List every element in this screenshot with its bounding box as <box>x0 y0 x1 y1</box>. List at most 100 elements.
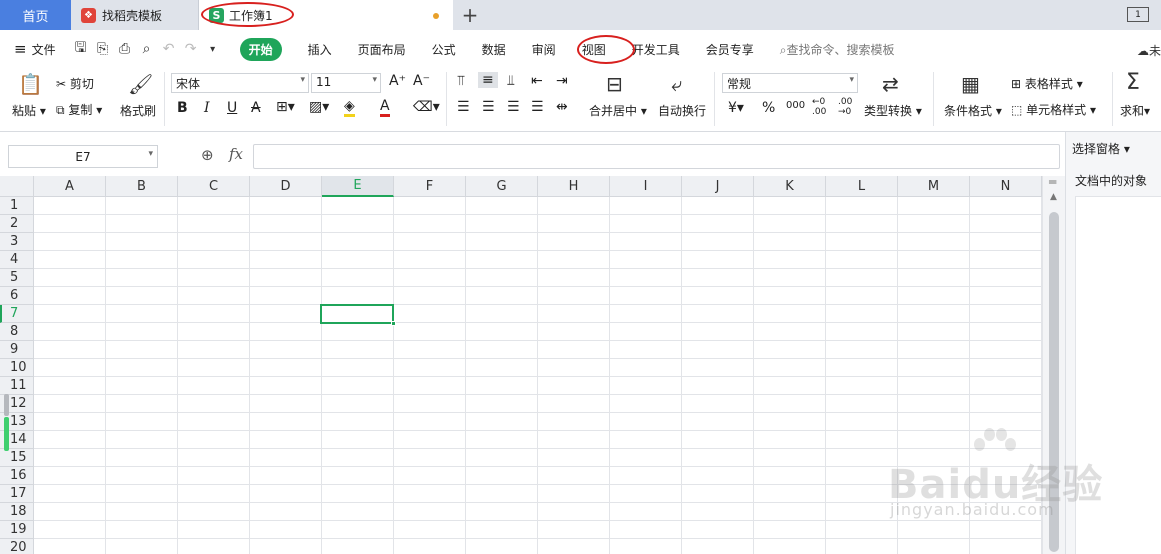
selected-cell[interactable] <box>320 304 396 326</box>
formula-input[interactable] <box>253 144 1060 169</box>
window-switch-icon[interactable]: 1 <box>1127 7 1149 22</box>
menu-page-layout[interactable]: 页面布局 <box>358 41 406 58</box>
row-header-18[interactable]: 18 <box>0 503 34 521</box>
align-bottom-icon[interactable]: ⫫ <box>507 73 515 89</box>
increase-decimal-icon[interactable]: ←0.00 <box>812 97 826 117</box>
menu-developer[interactable]: 开发工具 <box>632 41 680 58</box>
column-header-m[interactable]: M <box>898 176 970 197</box>
menu-review[interactable]: 审阅 <box>532 41 556 58</box>
row-header-4[interactable]: 4 <box>0 251 34 269</box>
redo-icon[interactable]: ↷ <box>180 41 202 57</box>
align-top-icon[interactable]: ⫪ <box>457 73 465 89</box>
row-header-9[interactable]: 9 <box>0 341 34 359</box>
row-header-19[interactable]: 19 <box>0 521 34 539</box>
new-tab-button[interactable]: + <box>453 0 487 30</box>
row-header-1[interactable]: 1 <box>0 197 34 215</box>
border-icon[interactable]: ⊞▾ <box>276 99 295 115</box>
merge-center-button[interactable]: 合并居中 ▾ <box>589 102 647 119</box>
command-search[interactable]: ⌕查找命令、搜索模板 <box>780 41 895 58</box>
distribute-icon[interactable]: ⇹ <box>556 99 568 115</box>
paste-button[interactable]: 粘贴 ▾ <box>12 102 46 119</box>
row-header-2[interactable]: 2 <box>0 215 34 233</box>
row-header-16[interactable]: 16 <box>0 467 34 485</box>
row-header-10[interactable]: 10 <box>0 359 34 377</box>
format-painter-button[interactable]: 格式刷 <box>120 102 156 119</box>
underline-button[interactable]: U <box>227 100 237 116</box>
column-header-n[interactable]: N <box>970 176 1042 197</box>
column-header-l[interactable]: L <box>826 176 898 197</box>
menu-home[interactable]: 开始 <box>239 37 282 61</box>
fill-handle[interactable] <box>391 321 396 326</box>
increase-font-icon[interactable]: A⁺ <box>389 73 406 89</box>
column-header-e[interactable]: E <box>322 176 394 197</box>
column-header-a[interactable]: A <box>34 176 106 197</box>
font-color-icon[interactable]: A <box>380 99 390 117</box>
save-icon[interactable]: 🖫 <box>70 37 92 61</box>
fill-pattern-icon[interactable]: ▨▾ <box>309 99 329 115</box>
print-preview-icon[interactable]: ⌕ <box>136 41 158 57</box>
font-size-select[interactable]: 11 ▾ <box>311 73 381 93</box>
thousands-button[interactable]: 000 <box>786 100 805 111</box>
print-icon[interactable]: ⎙ <box>114 41 136 57</box>
strikethrough-button[interactable]: A <box>251 100 261 116</box>
sum-button[interactable]: 求和▾ <box>1120 102 1150 119</box>
split-handle-icon[interactable]: ═ <box>1049 176 1056 189</box>
fx-icon[interactable]: fx <box>229 145 243 163</box>
decrease-font-icon[interactable]: A⁻ <box>413 73 430 89</box>
zoom-search-icon[interactable]: ⊕ <box>201 146 214 164</box>
bold-button[interactable]: B <box>177 100 188 116</box>
column-header-d[interactable]: D <box>250 176 322 197</box>
menu-formulas[interactable]: 公式 <box>432 41 456 58</box>
indent-increase-icon[interactable]: ⇥ <box>556 73 568 89</box>
customize-chevron-icon[interactable]: ▾ <box>202 44 224 55</box>
row-header-3[interactable]: 3 <box>0 233 34 251</box>
justify-icon[interactable]: ☰ <box>531 99 544 115</box>
align-right-icon[interactable]: ☰ <box>507 99 520 115</box>
font-name-select[interactable]: 宋体 ▾ <box>171 73 309 93</box>
select-all-corner[interactable] <box>0 176 34 197</box>
selection-pane-title[interactable]: 选择窗格 ▾ <box>1072 140 1130 157</box>
italic-button[interactable]: I <box>204 100 210 116</box>
cell-style-button[interactable]: ⬚ 单元格样式 ▾ <box>1011 101 1096 118</box>
column-header-f[interactable]: F <box>394 176 466 197</box>
column-header-g[interactable]: G <box>466 176 538 197</box>
row-header-6[interactable]: 6 <box>0 287 34 305</box>
currency-button[interactable]: ¥▾ <box>728 100 744 116</box>
column-header-c[interactable]: C <box>178 176 250 197</box>
menu-insert[interactable]: 插入 <box>308 41 332 58</box>
undo-icon[interactable]: ↶ <box>158 41 180 57</box>
percent-button[interactable]: % <box>762 100 775 116</box>
file-menu-button[interactable]: ≡ 文件 <box>14 40 56 58</box>
clear-format-icon[interactable]: ⌫▾ <box>413 99 440 115</box>
align-center-icon[interactable]: ☰ <box>482 99 495 115</box>
type-convert-button[interactable]: 类型转换 ▾ <box>864 102 922 119</box>
column-header-k[interactable]: K <box>754 176 826 197</box>
account-button[interactable]: ☁未 <box>1137 42 1161 59</box>
column-header-h[interactable]: H <box>538 176 610 197</box>
row-header-15[interactable]: 15 <box>0 449 34 467</box>
fill-color-icon[interactable]: ◈ <box>344 99 355 117</box>
row-header-20[interactable]: 20 <box>0 539 34 554</box>
column-header-i[interactable]: I <box>610 176 682 197</box>
table-style-button[interactable]: ⊞ 表格样式 ▾ <box>1011 75 1083 92</box>
align-left-icon[interactable]: ☰ <box>457 99 470 115</box>
column-header-b[interactable]: B <box>106 176 178 197</box>
cut-button[interactable]: ✂ 剪切 <box>56 75 94 92</box>
indent-decrease-icon[interactable]: ⇤ <box>531 73 543 89</box>
row-header-7[interactable]: 7 <box>0 305 34 323</box>
menu-member[interactable]: 会员专享 <box>706 41 754 58</box>
scroll-up-icon[interactable]: ▲ <box>1050 192 1057 202</box>
conditional-format-button[interactable]: 条件格式 ▾ <box>944 102 1002 119</box>
copy-button[interactable]: ⧉ 复制 ▾ <box>56 101 102 118</box>
wrap-text-button[interactable]: 自动换行 <box>658 102 706 119</box>
tab-template[interactable]: ❖ 找稻壳模板 <box>71 0 199 30</box>
menu-data[interactable]: 数据 <box>482 41 506 58</box>
export-pdf-icon[interactable]: ⎘ <box>92 41 114 57</box>
row-header-8[interactable]: 8 <box>0 323 34 341</box>
align-middle-icon[interactable]: ≡ <box>478 72 498 88</box>
name-box[interactable]: E7 ▾ <box>8 145 158 168</box>
decrease-decimal-icon[interactable]: .00 →0 <box>838 97 852 117</box>
column-header-j[interactable]: J <box>682 176 754 197</box>
row-header-5[interactable]: 5 <box>0 269 34 287</box>
tab-home[interactable]: 首页 <box>0 0 71 30</box>
